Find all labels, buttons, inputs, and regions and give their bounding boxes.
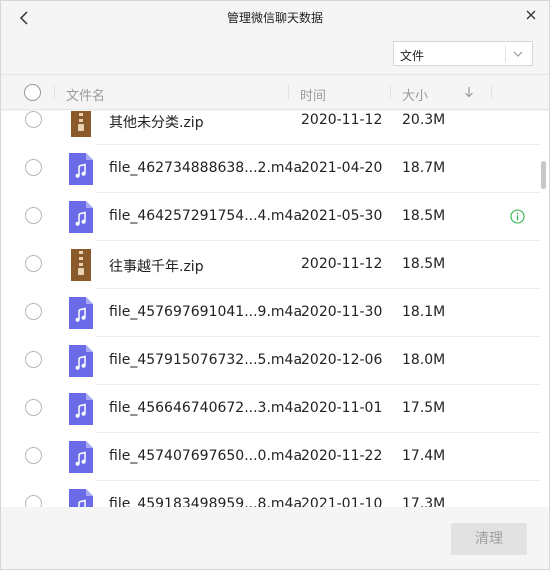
file-size: 20.3M: [402, 112, 446, 128]
footer: 清理: [1, 507, 549, 569]
row-checkbox[interactable]: [25, 447, 42, 464]
row-checkbox[interactable]: [25, 399, 42, 416]
audio-file-icon: [69, 441, 93, 473]
row-checkbox[interactable]: [25, 351, 42, 368]
file-time: 2021-05-30: [301, 208, 383, 224]
file-size: 17.4M: [402, 448, 446, 464]
file-row[interactable]: file_462734888638...2.m4a 2021-04-20 18.…: [1, 145, 541, 193]
file-name: file_464257291754...4.m4a: [109, 208, 303, 224]
file-type-select[interactable]: 文件: [393, 41, 533, 66]
file-name: file_457915076732...5.m4a: [109, 352, 303, 368]
file-size: 18.7M: [402, 160, 446, 176]
info-icon[interactable]: [510, 209, 525, 224]
file-name: file_457407697650...0.m4a: [109, 448, 303, 464]
list-scrollbar[interactable]: [541, 161, 546, 189]
column-name-header: 文件名: [66, 89, 106, 104]
file-row[interactable]: file_457407697650...0.m4a 2020-11-22 17.…: [1, 433, 541, 481]
column-size-header[interactable]: 大小: [402, 85, 428, 104]
file-size: 18.5M: [402, 208, 446, 224]
audio-file-icon: [69, 153, 93, 185]
header-divider: [390, 85, 391, 99]
file-row[interactable]: file_457915076732...5.m4a 2020-12-06 18.…: [1, 337, 541, 385]
file-time: 2020-11-30: [301, 304, 383, 320]
file-time: 2021-01-10: [301, 496, 383, 507]
row-checkbox[interactable]: [25, 303, 42, 320]
close-icon: [526, 10, 536, 20]
row-checkbox[interactable]: [25, 207, 42, 224]
file-time: 2020-11-12: [301, 256, 383, 272]
header-divider: [54, 85, 55, 99]
arrow-down-icon[interactable]: [463, 85, 475, 99]
file-row[interactable]: file_459183498959...8.m4a 2021-01-10 17.…: [1, 481, 541, 507]
close-button[interactable]: [523, 7, 539, 23]
row-checkbox[interactable]: [25, 255, 42, 272]
file-size: 18.1M: [402, 304, 446, 320]
file-size: 17.3M: [402, 496, 446, 507]
audio-file-icon: [69, 345, 93, 377]
file-row[interactable]: 往事越千年.zip 2020-11-12 18.5M: [1, 241, 541, 289]
row-checkbox[interactable]: [25, 495, 42, 507]
chevron-down-icon: [513, 51, 523, 57]
titlebar: 管理微信聊天数据: [1, 1, 549, 35]
audio-file-icon: [69, 393, 93, 425]
manage-chat-data-window: 管理微信聊天数据 文件 文件名 时间 大小 其他未分类.zip 2020-11-…: [0, 0, 550, 570]
zip-file-icon: [71, 111, 91, 137]
file-type-select-value: 文件: [400, 49, 425, 63]
file-time: 2021-04-20: [301, 160, 383, 176]
file-name: file_459183498959...8.m4a: [109, 496, 303, 507]
file-size: 17.5M: [402, 400, 446, 416]
row-checkbox[interactable]: [25, 159, 42, 176]
row-checkbox[interactable]: [25, 111, 42, 128]
file-size: 18.5M: [402, 256, 446, 272]
file-name: file_462734888638...2.m4a: [109, 160, 303, 176]
file-name: file_457697691041...9.m4a: [109, 304, 303, 320]
file-row[interactable]: 其他未分类.zip 2020-11-12 20.3M: [1, 111, 541, 145]
file-row[interactable]: file_457697691041...9.m4a 2020-11-30 18.…: [1, 289, 541, 337]
clean-button[interactable]: 清理: [451, 523, 527, 555]
file-name: 其他未分类.zip: [109, 115, 204, 131]
file-list: 其他未分类.zip 2020-11-12 20.3M file_46273488…: [1, 111, 549, 507]
file-name: file_456646740672...3.m4a: [109, 400, 303, 416]
file-time: 2020-12-06: [301, 352, 383, 368]
header-divider: [288, 85, 289, 99]
file-size: 18.0M: [402, 352, 446, 368]
audio-file-icon: [69, 201, 93, 233]
file-name: 往事越千年.zip: [109, 259, 204, 275]
zip-file-icon: [71, 249, 91, 281]
file-time: 2020-11-01: [301, 400, 383, 416]
window-title: 管理微信聊天数据: [226, 11, 323, 25]
file-row[interactable]: file_464257291754...4.m4a 2021-05-30 18.…: [1, 193, 541, 241]
select-all-checkbox[interactable]: [24, 84, 41, 101]
file-time: 2020-11-22: [301, 448, 383, 464]
file-row[interactable]: file_456646740672...3.m4a 2020-11-01 17.…: [1, 385, 541, 433]
audio-file-icon: [69, 297, 93, 329]
column-time-header[interactable]: 时间: [300, 85, 326, 104]
file-time: 2020-11-12: [301, 112, 383, 128]
header-divider: [491, 85, 492, 99]
table-header: 文件名 时间 大小: [1, 74, 549, 110]
select-divider: [505, 45, 506, 62]
audio-file-icon: [69, 489, 93, 507]
